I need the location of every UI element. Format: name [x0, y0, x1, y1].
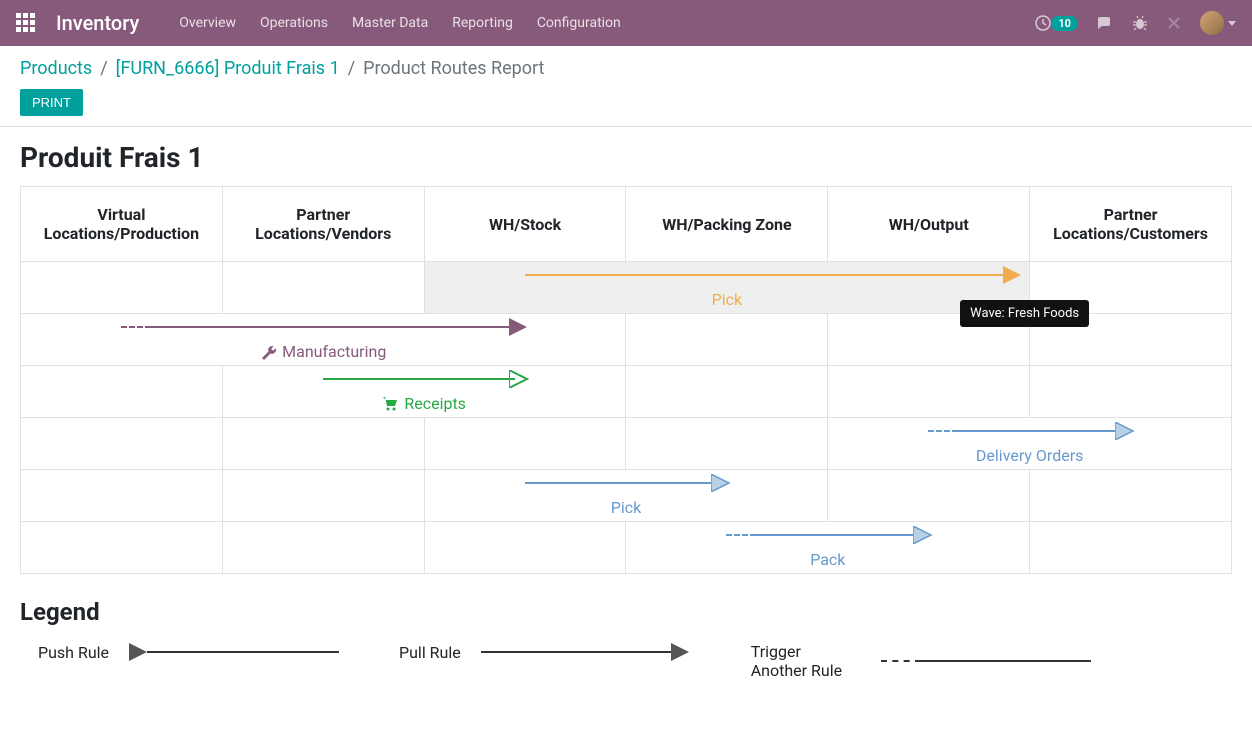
col-header: Virtual Locations/Production: [21, 187, 223, 262]
app-title[interactable]: Inventory: [56, 11, 139, 35]
nav-overview[interactable]: Overview: [179, 15, 236, 31]
legend-pull-rule: Pull Rule: [399, 642, 691, 662]
legend-push-rule: Push Rule: [38, 642, 339, 662]
nav-reporting[interactable]: Reporting: [452, 15, 513, 31]
print-button[interactable]: PRINT: [20, 89, 83, 116]
rule-receipts[interactable]: Receipts: [223, 366, 626, 417]
tooltip: Wave: Fresh Foods: [960, 300, 1089, 327]
legend-label: Trigger Another Rule: [751, 642, 861, 680]
topbar-right: 10: [1035, 11, 1236, 35]
rule-pick-wave[interactable]: Pick: [425, 262, 1029, 313]
breadcrumb-sep: /: [348, 58, 355, 79]
legend-label: Push Rule: [38, 643, 109, 662]
legend-title: Legend: [20, 598, 1232, 626]
breadcrumb-current: Product Routes Report: [363, 58, 544, 79]
avatar: [1200, 11, 1224, 35]
rule-row: Pack: [21, 522, 1232, 574]
routes-table: Virtual Locations/Production Partner Loc…: [20, 186, 1232, 574]
col-header: WH/Stock: [424, 187, 626, 262]
rule-label: Pack: [810, 550, 845, 569]
cart-icon: [382, 396, 398, 412]
rule-row: Receipts: [21, 366, 1232, 418]
col-header: Partner Locations/Vendors: [222, 187, 424, 262]
rule-pick[interactable]: Pick: [425, 470, 828, 521]
topbar: Inventory Overview Operations Master Dat…: [0, 0, 1252, 46]
table-header-row: Virtual Locations/Production Partner Loc…: [21, 187, 1232, 262]
tools-icon[interactable]: [1166, 15, 1182, 31]
col-header: Partner Locations/Customers: [1030, 187, 1232, 262]
nav-operations[interactable]: Operations: [260, 15, 328, 31]
col-header: WH/Packing Zone: [626, 187, 828, 262]
rule-delivery-orders[interactable]: Delivery Orders: [828, 418, 1231, 469]
breadcrumb-sep: /: [100, 58, 107, 79]
chevron-down-icon: [1228, 21, 1236, 26]
user-menu[interactable]: [1200, 11, 1236, 35]
breadcrumb: Products / [FURN_6666] Produit Frais 1 /…: [20, 58, 1232, 79]
discuss-icon[interactable]: [1096, 15, 1114, 31]
nav-configuration[interactable]: Configuration: [537, 15, 621, 31]
col-header: WH/Output: [828, 187, 1030, 262]
debug-icon[interactable]: [1132, 15, 1148, 31]
nav-menu: Overview Operations Master Data Reportin…: [179, 15, 1035, 31]
breadcrumb-product[interactable]: [FURN_6666] Produit Frais 1: [116, 58, 340, 79]
rule-row: Pick Wave: Fresh Foods: [21, 262, 1232, 314]
rule-pack[interactable]: Pack: [626, 522, 1029, 573]
rule-manufacturing[interactable]: Manufacturing: [21, 314, 625, 365]
rule-row: Pick: [21, 470, 1232, 522]
activity-count-badge: 10: [1051, 16, 1078, 31]
subheader: Products / [FURN_6666] Produit Frais 1 /…: [0, 46, 1252, 127]
nav-master-data[interactable]: Master Data: [352, 15, 428, 31]
legend-label: Pull Rule: [399, 643, 461, 662]
breadcrumb-products[interactable]: Products: [20, 58, 92, 79]
wrench-icon: [260, 344, 276, 360]
rule-label: Delivery Orders: [976, 446, 1083, 465]
activities-icon[interactable]: 10: [1035, 15, 1078, 31]
legend-trigger-rule: Trigger Another Rule: [751, 642, 1091, 680]
rule-label: Pick: [712, 290, 742, 309]
content: Produit Frais 1 Virtual Locations/Produc…: [0, 127, 1252, 694]
rule-label: Pick: [611, 498, 641, 517]
legend: Push Rule Pull Rule Trigger Another Rule: [20, 642, 1232, 680]
rule-label: Receipts: [404, 394, 466, 413]
rule-label: Manufacturing: [282, 342, 386, 361]
page-title: Produit Frais 1: [20, 141, 1232, 174]
apps-icon[interactable]: [16, 13, 36, 33]
rule-row: Delivery Orders: [21, 418, 1232, 470]
